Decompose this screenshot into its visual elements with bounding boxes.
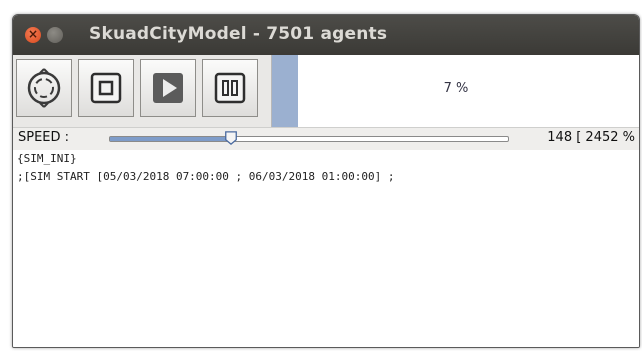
reset-button[interactable]: [16, 59, 72, 117]
progress-label: 7 %: [443, 81, 469, 96]
play-button[interactable]: [140, 59, 196, 117]
speed-bar: SPEED : 148 [ 2452 %: [13, 127, 639, 151]
console-line: {SIM_INI}: [17, 152, 77, 165]
simulation-progress-bar: 7 %: [271, 55, 639, 127]
reset-icon: [27, 68, 61, 108]
play-icon: [153, 73, 183, 103]
title-bar: × SkuadCityModel - 7501 agents: [13, 15, 639, 55]
stop-icon: [90, 72, 122, 104]
toolbar: 7 %: [13, 55, 639, 127]
speed-slider-thumb[interactable]: [224, 131, 238, 145]
stop-button[interactable]: [78, 59, 134, 117]
app-window: × SkuadCityModel - 7501 agents 7 % SPEED…: [12, 14, 640, 348]
speed-value: 148 [ 2452 %: [547, 130, 635, 145]
window-title: SkuadCityModel - 7501 agents: [89, 24, 388, 44]
pause-icon: [214, 72, 246, 104]
minimize-button[interactable]: [47, 27, 63, 43]
close-button[interactable]: ×: [25, 27, 41, 43]
speed-slider-fill: [110, 137, 231, 141]
console-output: {SIM_INI} ;[SIM START [05/03/2018 07:00:…: [13, 150, 639, 347]
console-line: ;[SIM START [05/03/2018 07:00:00 ; 06/03…: [17, 170, 395, 183]
close-icon: ×: [27, 27, 39, 41]
pause-button[interactable]: [202, 59, 258, 117]
speed-label: SPEED :: [18, 130, 70, 145]
speed-slider[interactable]: [109, 136, 509, 142]
